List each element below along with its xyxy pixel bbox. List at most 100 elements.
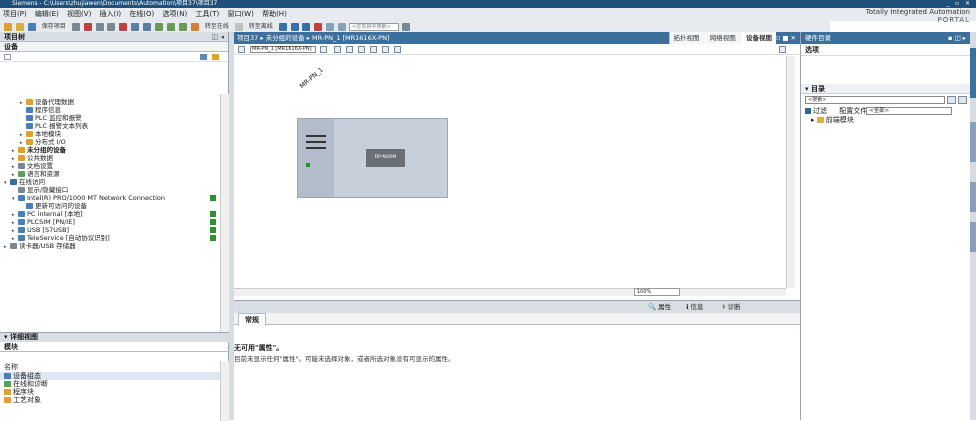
- menu-view[interactable]: 视图(V): [64, 8, 94, 21]
- tab-network-view[interactable]: 网络视图: [706, 32, 740, 44]
- paste-icon[interactable]: [107, 22, 116, 31]
- upload-icon[interactable]: [179, 22, 187, 31]
- device-select[interactable]: MR-PN_1 [MR1616X-PN]: [250, 46, 316, 53]
- catalog-section-header[interactable]: ▾ 目录: [801, 84, 971, 94]
- compile-icon[interactable]: [155, 22, 164, 31]
- cut-icon[interactable]: [83, 22, 92, 31]
- accessible-devices-icon[interactable]: [278, 22, 287, 31]
- device-icon[interactable]: [238, 46, 245, 53]
- start-simulation-icon[interactable]: [290, 22, 299, 31]
- tree-scrollbar[interactable]: [220, 94, 229, 332]
- modules-tab[interactable]: 模块: [0, 342, 229, 352]
- go-offline-button[interactable]: 转至离线: [249, 21, 273, 32]
- overview-icon[interactable]: [200, 54, 207, 60]
- tree-item[interactable]: ▸ 读卡器/USB 存储器: [0, 242, 76, 250]
- tree-item[interactable]: ▸ 未分组的设备: [0, 146, 66, 154]
- detail-item-online-diag[interactable]: 在线和诊断: [0, 380, 229, 388]
- properties-icon[interactable]: [334, 46, 341, 53]
- split-horizontal-icon[interactable]: [326, 22, 335, 31]
- detail-item-device-config[interactable]: 设备组态: [0, 372, 229, 380]
- search-icon[interactable]: [947, 96, 956, 104]
- tree-item[interactable]: ▾ Intel(R) PRO/1000 MT Network Connection: [0, 194, 216, 202]
- detail-item-technology-objects[interactable]: 工艺对象: [0, 396, 229, 404]
- tab-diagnostics[interactable]: ⚕ 诊断: [720, 301, 743, 313]
- undo-icon[interactable]: [131, 22, 140, 31]
- tree-item[interactable]: ▸ 分布式 I/O: [0, 138, 66, 146]
- tree-item[interactable]: PLC 报警文本列表: [0, 122, 88, 130]
- tree-item[interactable]: ▸ PC internal [本地]: [0, 210, 216, 218]
- search-icon[interactable]: [402, 22, 411, 31]
- menu-window[interactable]: 窗口(W): [224, 8, 256, 21]
- zoom-fit-icon[interactable]: [358, 46, 365, 53]
- tree-item[interactable]: ▸ USB [S7USB]: [0, 226, 216, 234]
- canvas-vertical-scrollbar[interactable]: [786, 56, 795, 288]
- dp-norm-module[interactable]: DP-NORM: [366, 149, 405, 167]
- tree-item[interactable]: 显示/隐藏接口: [0, 186, 68, 194]
- tree-item[interactable]: ▸ PLCSIM [PN/IE]: [0, 218, 216, 226]
- tab-tasks[interactable]: [970, 182, 976, 212]
- menu-insert[interactable]: 插入(I): [97, 8, 125, 21]
- print-icon[interactable]: [71, 22, 80, 31]
- stop-cpu-icon[interactable]: [302, 22, 311, 31]
- save-icon[interactable]: [27, 22, 36, 31]
- detail-item-program-blocks[interactable]: 程序块: [0, 388, 229, 396]
- tree-item[interactable]: ▸ 语言和资源: [0, 170, 60, 178]
- device-rack[interactable]: DP-NORM: [297, 118, 448, 198]
- profile-select[interactable]: <全部>: [866, 107, 952, 115]
- chevron-down-icon[interactable]: [320, 46, 327, 53]
- grid-icon[interactable]: [346, 46, 353, 53]
- menu-help[interactable]: 帮助(H): [259, 8, 290, 21]
- tree-item[interactable]: PLC 监控和报警: [0, 114, 82, 122]
- menu-tools[interactable]: 工具(T): [192, 8, 222, 21]
- zoom-select[interactable]: 100%: [634, 288, 680, 296]
- redo-icon[interactable]: [143, 22, 152, 31]
- tree-item[interactable]: 更新可访问的设备: [0, 202, 87, 210]
- go-offline-icon[interactable]: [234, 22, 243, 31]
- tree-item[interactable]: ▸ 设备代理数据: [0, 98, 74, 106]
- options-section[interactable]: 选项: [801, 44, 970, 56]
- copy-icon[interactable]: [95, 22, 104, 31]
- device-overview-icon[interactable]: [779, 46, 786, 53]
- tab-hardware-catalog[interactable]: [970, 48, 976, 98]
- catalog-node-front-modules[interactable]: ▸ 前端模块: [801, 116, 971, 125]
- filter-checkbox[interactable]: [805, 108, 811, 114]
- device-canvas[interactable]: MR-PN_1 DP-NORM: [234, 56, 786, 276]
- menu-options[interactable]: 选项(N): [160, 8, 191, 21]
- new-project-icon[interactable]: [4, 22, 12, 31]
- tab-libraries[interactable]: [970, 222, 976, 252]
- tab-topology-view[interactable]: 拓扑视图: [670, 32, 704, 44]
- save-project-button[interactable]: 保存项目: [42, 21, 66, 32]
- tree-item[interactable]: ▾ 在线访问: [0, 178, 45, 186]
- panel-pin-icon[interactable]: ▪ ◫ ▸: [948, 32, 966, 44]
- tab-device-view[interactable]: 设备视图: [742, 32, 776, 44]
- cross-reference-icon[interactable]: [314, 22, 323, 31]
- detail-view-header[interactable]: ▾ 详细视图: [0, 333, 229, 342]
- tab-properties[interactable]: 🔍 属性: [646, 301, 673, 313]
- expand-icon[interactable]: [212, 54, 219, 60]
- canvas-horizontal-scrollbar[interactable]: [234, 288, 786, 296]
- open-project-icon[interactable]: [15, 22, 24, 31]
- layout-icon[interactable]: [370, 46, 377, 53]
- tree-item[interactable]: 程序信息: [0, 106, 61, 114]
- detail-scrollbar[interactable]: [220, 361, 229, 421]
- menu-project[interactable]: 项目(P): [0, 8, 30, 21]
- menu-online[interactable]: 在线(O): [126, 8, 157, 21]
- panel-pin-icon[interactable]: ◫ ◂: [212, 32, 224, 42]
- go-online-icon[interactable]: [190, 22, 199, 31]
- menu-edit[interactable]: 编辑(E): [32, 8, 62, 21]
- tree-item[interactable]: ▸ 公共数据: [0, 154, 53, 162]
- table-view-icon[interactable]: [4, 54, 11, 60]
- tab-general[interactable]: 常规: [238, 313, 266, 326]
- catalog-search-input[interactable]: <搜索>: [805, 96, 945, 104]
- tree-item[interactable]: ▸ TeleService [自动协议识别]: [0, 234, 216, 242]
- table-icon[interactable]: [382, 46, 389, 53]
- go-online-button[interactable]: 转至在线: [205, 21, 229, 32]
- zoom-in-icon[interactable]: [394, 46, 401, 53]
- project-search-input[interactable]: <在项目中搜索>: [349, 22, 400, 31]
- window-controls[interactable]: _ ▫ ✕: [946, 0, 972, 8]
- split-vertical-icon[interactable]: [338, 22, 347, 31]
- devices-tab[interactable]: 设备: [0, 42, 228, 52]
- tab-info[interactable]: ℹ 信息: [684, 301, 706, 313]
- tree-item[interactable]: ▸ 本地模块: [0, 130, 61, 138]
- head-module[interactable]: [298, 119, 334, 197]
